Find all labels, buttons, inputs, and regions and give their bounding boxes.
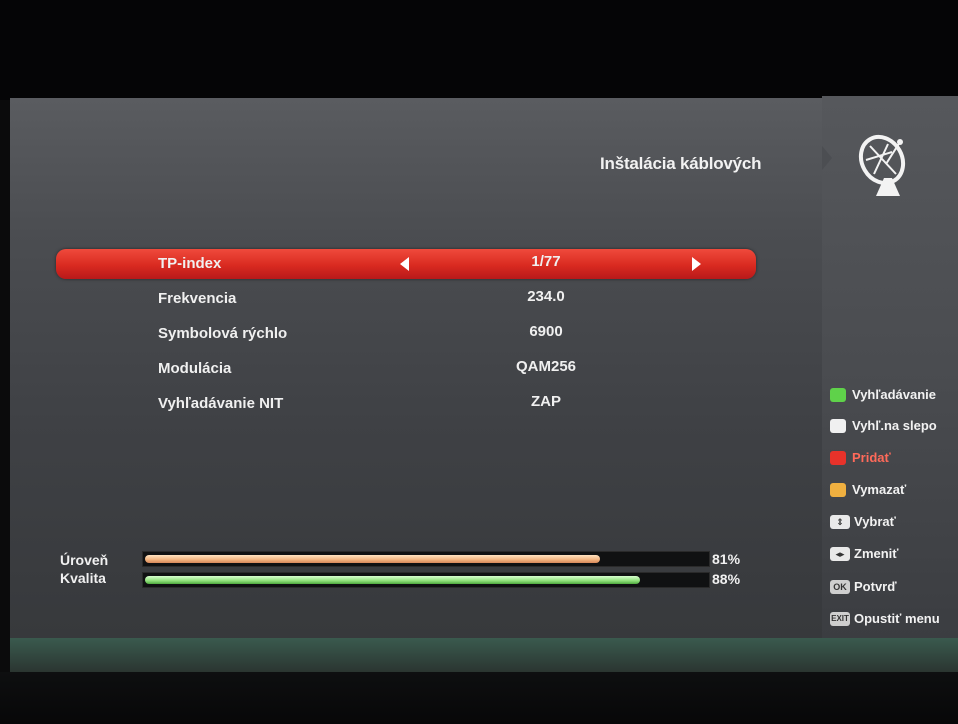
page-title: Inštalácia káblových: [600, 154, 762, 173]
menu-row-vyhladavanie-nit[interactable]: Vyhľadávanie NIT ZAP: [56, 389, 756, 419]
side-panel-notch: [822, 146, 832, 170]
arrow-left-icon[interactable]: [400, 257, 409, 271]
legend-change[interactable]: ◂▸ Zmeniť: [830, 544, 958, 568]
white-key-icon: [830, 419, 846, 433]
signal-quality-bar: [142, 572, 710, 588]
menu-row-frekvencia[interactable]: Frekvencia 234.0: [56, 284, 756, 314]
menu-label-symbolova-rychlost: Symbolová rýchlo: [158, 325, 288, 342]
signal-level-label: Úroveň: [60, 552, 109, 568]
menu-value-vyhladavanie-nit: ZAP: [531, 393, 561, 410]
satellite-dish-icon: [858, 134, 906, 196]
red-key-icon: [830, 451, 846, 465]
signal-quality-percent: 88%: [712, 571, 741, 587]
legend-delete[interactable]: Vymazať: [830, 480, 958, 504]
legend-search[interactable]: Vyhľadávanie: [830, 385, 958, 409]
green-key-icon: [830, 388, 846, 402]
legend-label: Pridať: [852, 450, 891, 465]
signal-level-fill: [145, 555, 600, 563]
menu-row-tp-index[interactable]: TP-index 1/77: [56, 249, 756, 279]
legend-confirm[interactable]: OK Potvrď: [830, 577, 958, 601]
legend-label: Vyhľadávanie: [852, 387, 937, 402]
menu-value-symbolova-rychlost: 6900: [529, 323, 563, 340]
menu-value-frekvencia: 234.0: [527, 288, 565, 305]
signal-level-bar: [142, 551, 710, 567]
legend-label: Opustiť menu: [854, 611, 940, 626]
legend-add[interactable]: Pridať: [830, 448, 958, 472]
signal-level-percent: 81%: [712, 551, 741, 567]
legend-label: Vyhľ.na slepo: [852, 418, 937, 433]
legend-exit[interactable]: EXIT Opustiť menu: [830, 609, 958, 633]
menu-value-tp-index: 1/77: [531, 253, 561, 270]
menu-value-modulacia: QAM256: [515, 358, 577, 375]
menu-row-modulacia[interactable]: Modulácia QAM256: [56, 354, 756, 384]
legend-label: Potvrď: [854, 579, 897, 594]
screen-bezel-top: [0, 0, 958, 100]
legend-label: Zmeniť: [854, 546, 899, 561]
arrow-right-icon[interactable]: [692, 257, 701, 271]
menu-label-vyhladavanie-nit: Vyhľadávanie NIT: [158, 395, 284, 412]
menu-label-tp-index: TP-index: [158, 255, 222, 272]
legend-label: Vymazať: [852, 482, 907, 497]
signal-quality-fill: [145, 576, 640, 584]
panel-bottom-strip: [10, 638, 958, 674]
menu-row-symbolova-rychlost[interactable]: Symbolová rýchlo 6900: [56, 319, 756, 349]
left-right-key-icon: ◂▸: [830, 547, 850, 561]
legend-select[interactable]: ⇕ Vybrať: [830, 512, 958, 536]
signal-quality-label: Kvalita: [60, 570, 106, 586]
legend-blind-search[interactable]: Vyhľ.na slepo: [830, 416, 958, 440]
exit-key-icon: EXIT: [830, 612, 850, 626]
yellow-key-icon: [830, 483, 846, 497]
up-down-key-icon: ⇕: [830, 515, 850, 529]
menu-label-frekvencia: Frekvencia: [158, 290, 237, 307]
ok-key-icon: OK: [830, 580, 850, 594]
legend-label: Vybrať: [854, 514, 896, 529]
screen-bezel-bottom: [0, 672, 958, 724]
menu-label-modulacia: Modulácia: [158, 360, 232, 377]
